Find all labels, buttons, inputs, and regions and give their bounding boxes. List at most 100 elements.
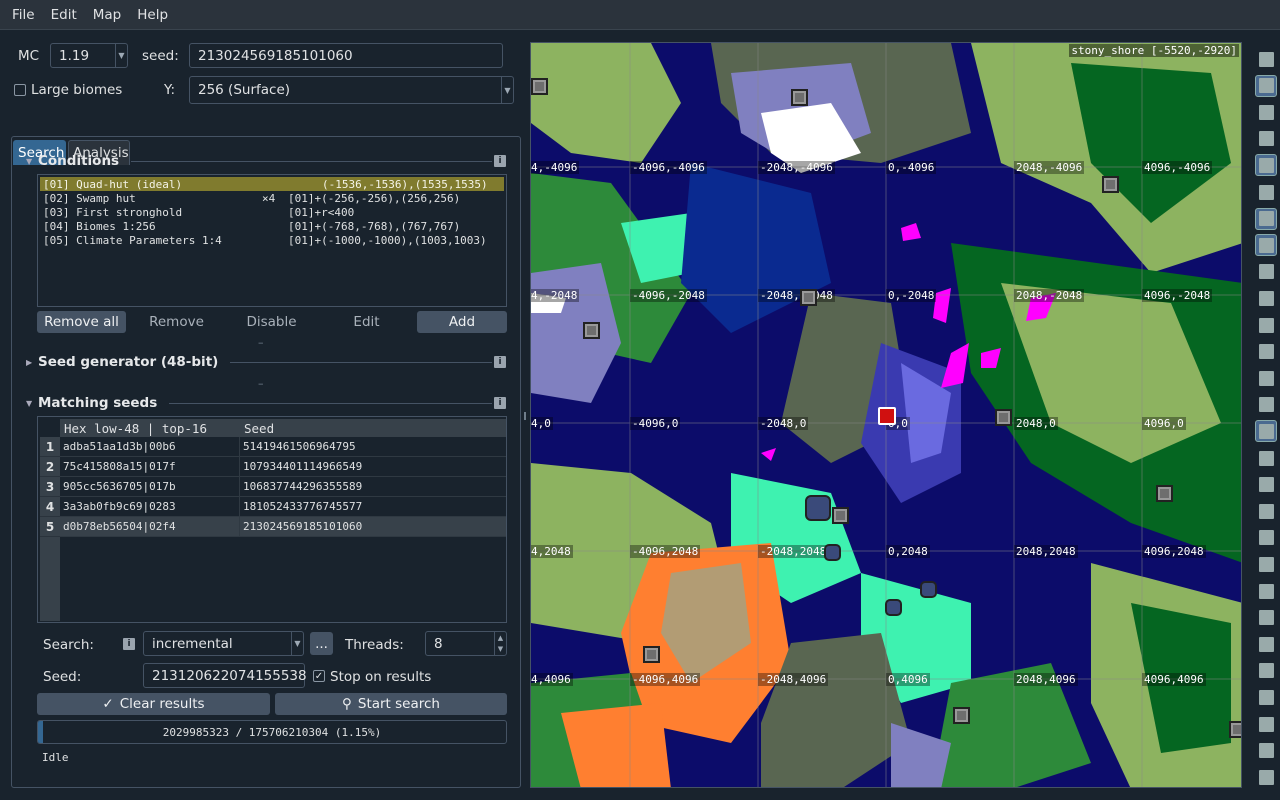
structure-marker[interactable]: [1156, 485, 1173, 502]
mc-version-select[interactable]: 1.19 ▼: [50, 43, 128, 68]
hut-icon[interactable]: [885, 599, 902, 616]
condition-item[interactable]: [04] Biomes 1:256 [01]+(-768,-768),(767,…: [40, 219, 504, 233]
biome-map-view[interactable]: 4,-4096 -4096,-4096 -2048,-4096 0,-4096 2048…: [530, 42, 1242, 788]
heightmap-icon[interactable]: [1255, 128, 1277, 150]
map-coordinate-label: 4096,4096: [1142, 673, 1206, 686]
conditions-list[interactable]: [01] Quad-hut (ideal) (-1536,-1536),(153…: [37, 174, 507, 307]
table-row[interactable]: 3 905cc5636705|017b 106837744296355589: [40, 477, 506, 497]
hex-cell: 75c415808a15|017f: [60, 457, 240, 477]
info-icon[interactable]: i: [494, 397, 506, 409]
structure-marker[interactable]: [583, 322, 600, 339]
desert-pyramid-icon[interactable]: [1255, 314, 1277, 336]
stop-on-results-checkbox[interactable]: ✓: [313, 670, 325, 682]
map-toolbar: [1252, 42, 1280, 792]
structure-marker[interactable]: [1229, 721, 1241, 738]
splitter-handle[interactable]: –: [258, 336, 264, 349]
y-level-select[interactable]: 256 (Surface) ▼: [189, 76, 514, 104]
condition-item[interactable]: [05] Climate Parameters 1:4 [01]+(-1000,…: [40, 233, 504, 247]
clear-results-button[interactable]: ✓ Clear results: [37, 693, 270, 715]
remove-button[interactable]: Remove: [132, 311, 221, 333]
remove-all-button[interactable]: Remove all: [37, 311, 126, 333]
gateway-icon[interactable]: [1255, 740, 1277, 762]
structure-marker[interactable]: [1102, 176, 1119, 193]
column-header-seed[interactable]: Seed: [240, 419, 506, 437]
trail-ruins-icon[interactable]: [1255, 633, 1277, 655]
edit-button[interactable]: Edit: [322, 311, 411, 333]
player-icon[interactable]: [1255, 766, 1277, 788]
structure-marker[interactable]: [800, 289, 817, 306]
seed-input[interactable]: 213024569185101060: [189, 43, 503, 68]
menu-edit[interactable]: Edit: [43, 7, 85, 23]
seed-cell: 213024569185101060: [240, 517, 506, 537]
condition-item[interactable]: [01] Quad-hut (ideal) (-1536,-1536),(153…: [40, 177, 504, 191]
info-icon[interactable]: i: [494, 356, 506, 368]
hut-icon[interactable]: [824, 544, 841, 561]
stronghold-icon[interactable]: [1255, 686, 1277, 708]
map-coordinate-label: 4096,-4096: [1142, 161, 1213, 174]
treasure-icon[interactable]: [1255, 553, 1277, 575]
bastion-icon[interactable]: [1255, 287, 1277, 309]
panel-splitter[interactable]: [524, 412, 526, 420]
condition-item[interactable]: [03] First stronghold [01]+r<400: [40, 205, 504, 219]
menu-file[interactable]: File: [4, 7, 43, 23]
search-mode-select[interactable]: incremental ▼: [143, 631, 304, 656]
hut-icon[interactable]: [920, 581, 937, 598]
table-row[interactable]: 2 75c415808a15|017f 107934401114966549: [40, 457, 506, 477]
menu-help[interactable]: Help: [129, 7, 176, 23]
biome-map-icon[interactable]: [1255, 74, 1277, 97]
info-icon[interactable]: i: [123, 638, 135, 650]
start-seed-input[interactable]: 213120622074155538: [143, 663, 307, 688]
shipwreck-icon[interactable]: [1255, 500, 1277, 522]
splitter-handle[interactable]: –: [258, 377, 264, 390]
igloo-icon[interactable]: [1255, 367, 1277, 389]
map-coordinate-label: 0,4096: [886, 673, 930, 686]
column-header-hex[interactable]: Hex low-48 | top-16: [60, 419, 240, 437]
table-row[interactable]: 1 adba51aa1d3b|00b6 51419461506964795: [40, 437, 506, 457]
spawn-icon[interactable]: [1255, 713, 1277, 735]
hut-icon[interactable]: [1255, 234, 1277, 257]
structure-marker[interactable]: [995, 409, 1012, 426]
start-search-button[interactable]: ⚲ Start search: [275, 693, 507, 715]
end-city-icon[interactable]: [1255, 660, 1277, 682]
compass-icon: [1258, 51, 1274, 67]
mansion-icon[interactable]: [1255, 447, 1277, 469]
threads-spinbox[interactable]: 8 ▲ ▼: [425, 631, 507, 656]
ancient-city-icon[interactable]: [1255, 607, 1277, 629]
mineshaft-icon[interactable]: [1255, 580, 1277, 602]
disable-button[interactable]: Disable: [227, 311, 316, 333]
seed-generator-header[interactable]: ▶ Seed generator (48-bit): [26, 352, 492, 372]
grid-icon[interactable]: [1255, 154, 1277, 177]
more-options-button[interactable]: ...: [310, 632, 333, 655]
desert-pyramid-icon: [1258, 317, 1274, 333]
table-row-selected[interactable]: 5 d0b78eb56504|02f4 213024569185101060: [40, 517, 506, 537]
ruined-portal-icon[interactable]: [1255, 474, 1277, 496]
condition-item[interactable]: [02] Swamp hut ×4 [01]+(-256,-256),(256,…: [40, 191, 504, 205]
slime-icon[interactable]: [1255, 181, 1277, 203]
village-icon[interactable]: [1255, 207, 1277, 230]
terrain-icon[interactable]: [1255, 101, 1277, 123]
conditions-header[interactable]: ▼ Conditions: [26, 151, 492, 171]
table-row[interactable]: 4 3a3ab0fb9c69|0283 181052433776745577: [40, 497, 506, 517]
structure-marker[interactable]: [531, 78, 548, 95]
structure-marker[interactable]: [643, 646, 660, 663]
divider: [131, 160, 492, 162]
monument-icon[interactable]: [1255, 420, 1277, 443]
menu-map[interactable]: Map: [85, 7, 130, 23]
jungle-temple-icon[interactable]: [1255, 341, 1277, 363]
matching-seeds-header[interactable]: ▼ Matching seeds: [26, 393, 492, 413]
village-icon[interactable]: [878, 407, 896, 425]
chevron-down-icon: ▼: [26, 398, 33, 408]
hut-cluster-icon[interactable]: [805, 495, 831, 521]
structure-marker[interactable]: [953, 707, 970, 724]
structure-marker[interactable]: [832, 507, 849, 524]
large-biomes-checkbox[interactable]: [14, 84, 26, 96]
add-button[interactable]: Add: [417, 311, 507, 333]
structure-marker[interactable]: [791, 89, 808, 106]
spin-arrows-icon[interactable]: ▲ ▼: [494, 632, 506, 655]
compass-icon[interactable]: [1255, 48, 1277, 70]
outpost-icon[interactable]: [1255, 394, 1277, 416]
fortress-icon[interactable]: [1255, 261, 1277, 283]
info-icon[interactable]: i: [494, 155, 506, 167]
ocean-ruin-icon[interactable]: [1255, 527, 1277, 549]
heightmap-icon: [1258, 131, 1274, 147]
